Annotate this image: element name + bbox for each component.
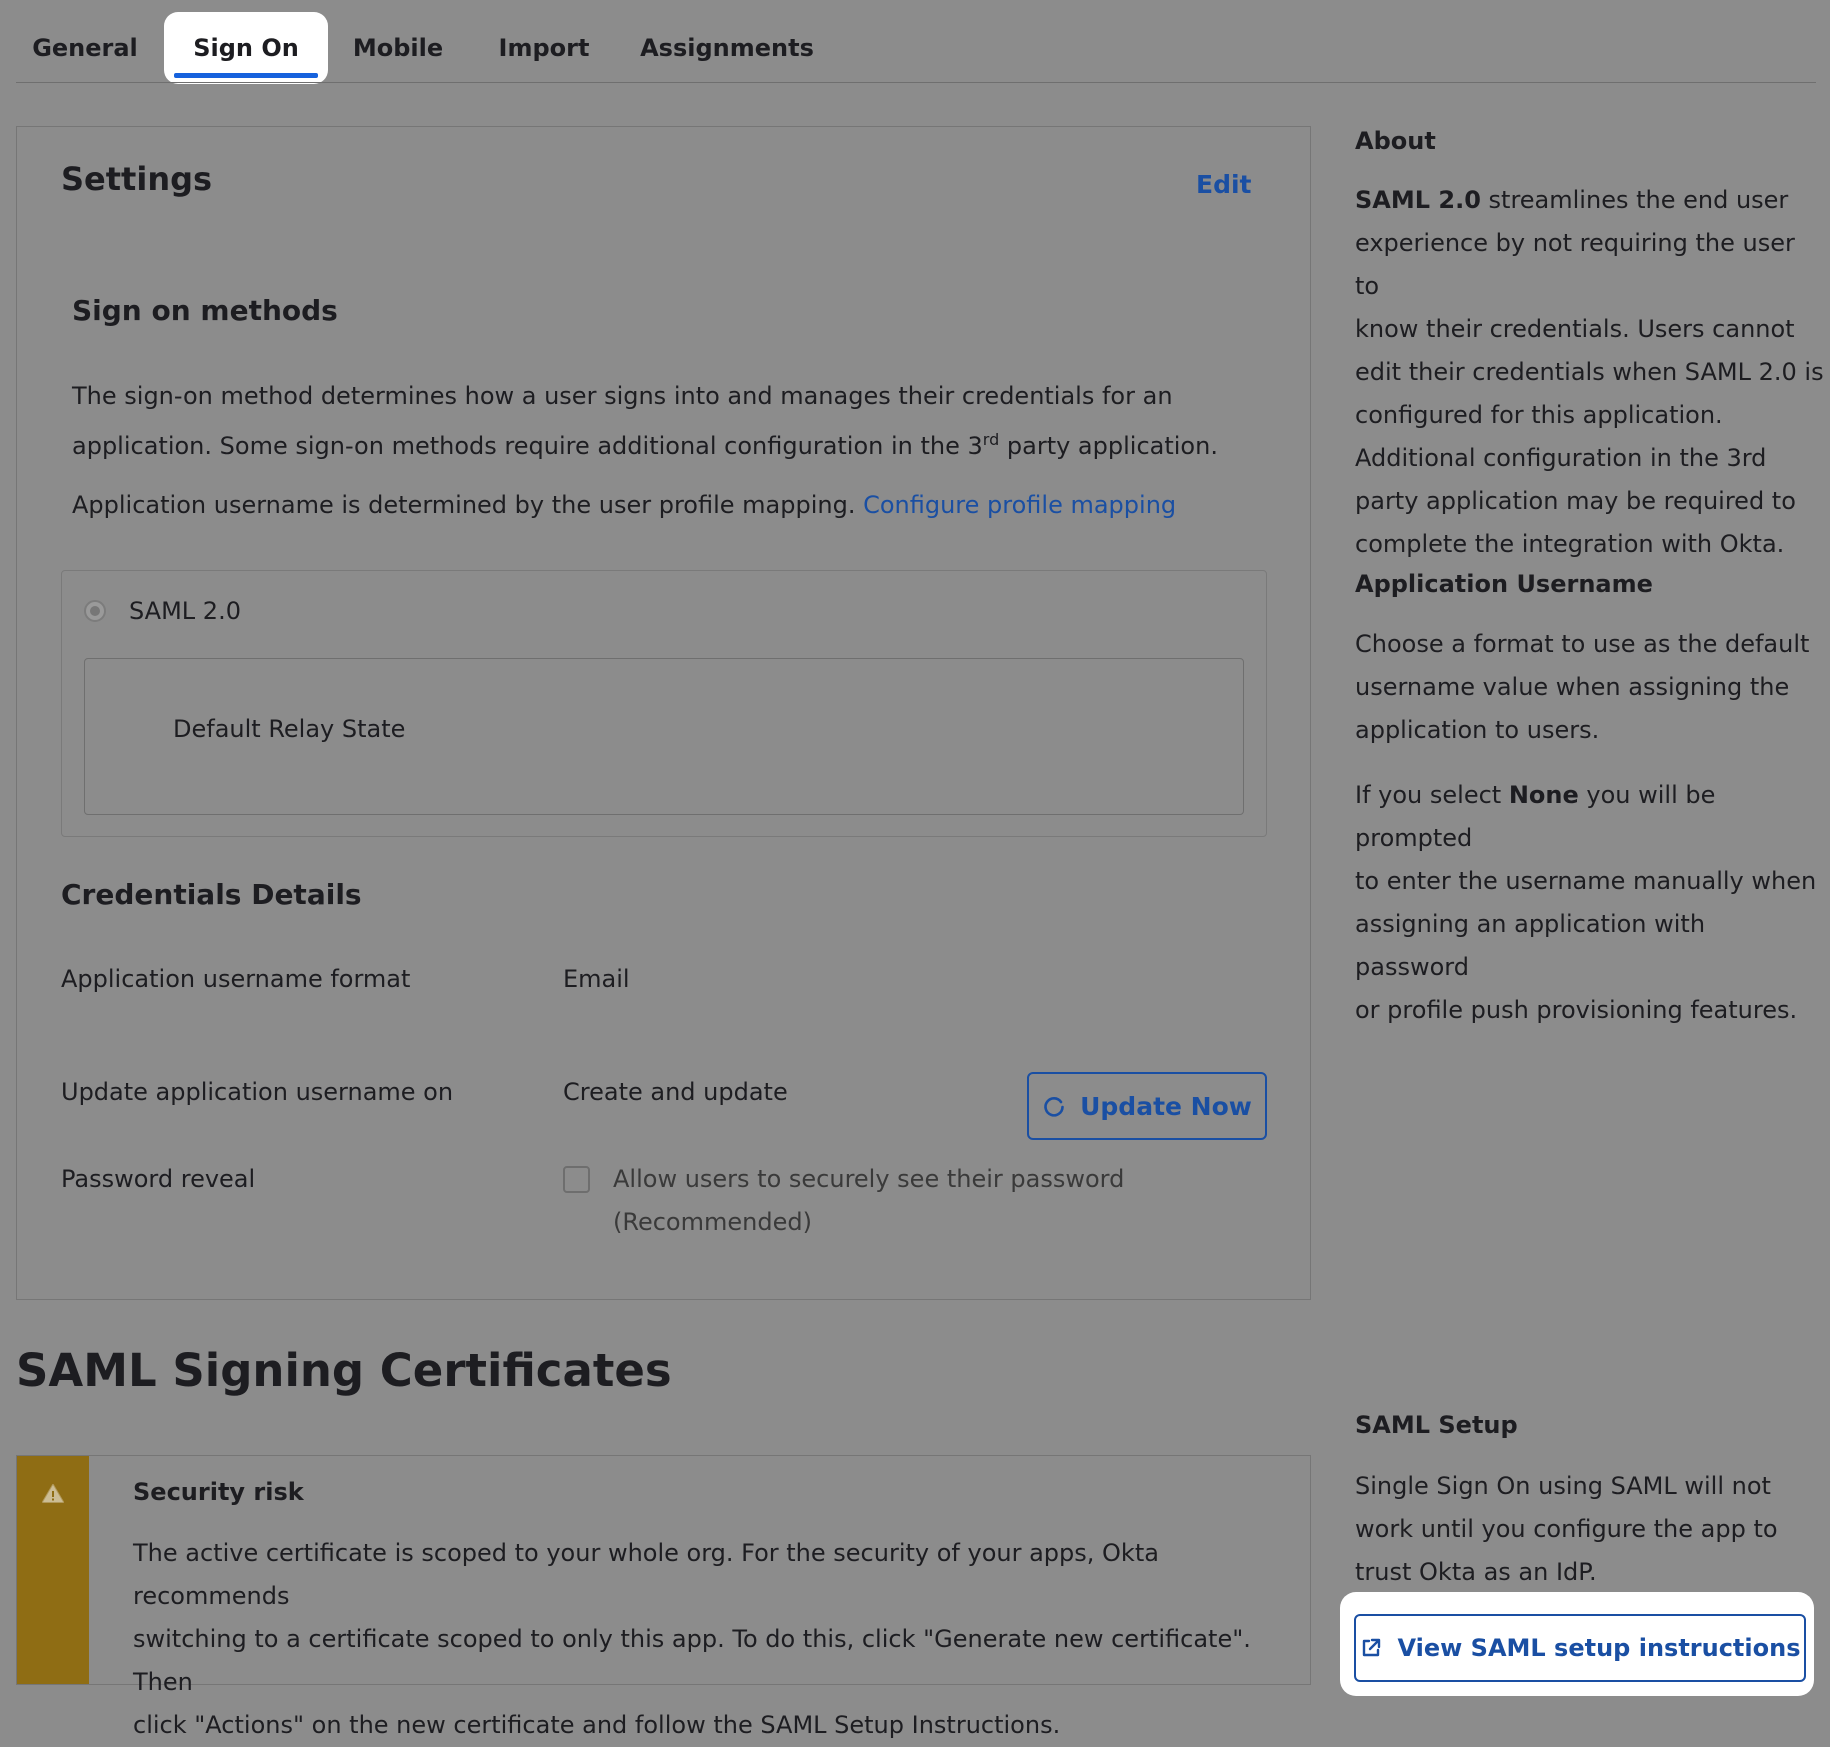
tab-label: Mobile <box>352 34 444 62</box>
saml-radio[interactable] <box>84 600 106 622</box>
none-line: assigning an application with password <box>1355 910 1706 981</box>
about-line: experience by not requiring the user to <box>1355 229 1795 300</box>
option-line: Allow users to securely see their passwo… <box>613 1165 1125 1193</box>
username-format-value: Email <box>563 965 630 993</box>
saml-certificates-heading: SAML Signing Certificates <box>16 1344 672 1397</box>
username-line: username value when assigning the <box>1355 673 1790 701</box>
option-line: (Recommended) <box>613 1208 812 1236</box>
settings-title: Settings <box>61 160 213 198</box>
none-bold: None <box>1508 781 1579 809</box>
default-relay-state-label: Default Relay State <box>173 715 406 743</box>
view-saml-setup-instructions-button[interactable]: View SAML setup instructions <box>1354 1614 1806 1682</box>
tab-general[interactable]: General <box>20 12 150 84</box>
about-line: configured for this application. <box>1355 401 1723 429</box>
username-mapping-text: Application username is determined by th… <box>72 484 1176 527</box>
about-text: SAML 2.0 streamlines the end user experi… <box>1355 179 1825 566</box>
none-line: to enter the username manually when <box>1355 867 1817 895</box>
sign-on-methods-heading: Sign on methods <box>72 294 338 327</box>
alert-body: The active certificate is scoped to your… <box>133 1532 1303 1747</box>
saml-instructions-highlight: View SAML setup instructions <box>1340 1592 1814 1696</box>
alert-title: Security risk <box>133 1478 304 1506</box>
saml-setup-text: Single Sign On using SAML will not work … <box>1355 1465 1825 1594</box>
tab-label: Import <box>498 34 590 62</box>
refresh-icon <box>1042 1094 1066 1118</box>
saml-setup-heading: SAML Setup <box>1355 1411 1518 1439</box>
description-text: party application. <box>999 432 1218 460</box>
username-line: application to users. <box>1355 716 1600 744</box>
saml-button-label: View SAML setup instructions <box>1397 1634 1801 1662</box>
password-reveal-checkbox[interactable] <box>563 1166 590 1193</box>
superscript: rd <box>982 430 1000 449</box>
tab-mobile[interactable]: Mobile <box>340 12 456 84</box>
none-text-part: If you select <box>1355 781 1509 809</box>
about-line: Additional configuration in the 3rd <box>1355 444 1767 472</box>
credentials-heading: Credentials Details <box>61 878 362 911</box>
tab-divider <box>16 82 1816 83</box>
description-line: application. Some sign-on methods requir… <box>72 418 1272 468</box>
tab-label: Sign On <box>193 34 299 62</box>
about-heading: About <box>1355 127 1436 155</box>
configure-profile-mapping-link[interactable]: Configure profile mapping <box>863 491 1176 519</box>
none-line: or profile push provisioning features. <box>1355 996 1798 1024</box>
sign-on-description: The sign-on method determines how a user… <box>72 375 1272 468</box>
alert-stripe <box>17 1456 89 1684</box>
warning-icon <box>41 1482 65 1506</box>
update-now-button[interactable]: Update Now <box>1027 1072 1267 1140</box>
about-line: SAML 2.0 streamlines the end user <box>1355 179 1825 222</box>
password-reveal-label: Password reveal <box>61 1165 256 1193</box>
tab-import[interactable]: Import <box>486 12 602 84</box>
application-username-heading: Application Username <box>1355 570 1653 598</box>
alert-line: The active certificate is scoped to your… <box>133 1539 1159 1610</box>
tab-label: Assignments <box>640 34 814 62</box>
setup-line: trust Okta as an IdP. <box>1355 1558 1597 1586</box>
none-line: If you select None you will be prompted <box>1355 774 1825 860</box>
mapping-text: Application username is determined by th… <box>72 491 864 519</box>
tab-assignments[interactable]: Assignments <box>632 12 822 84</box>
about-line: complete the integration with Okta. <box>1355 530 1785 558</box>
saml-method-label: SAML 2.0 <box>129 597 241 625</box>
update-username-label: Update application username on <box>61 1078 454 1106</box>
tab-sign-on[interactable]: Sign On <box>164 12 328 84</box>
external-link-icon <box>1359 1636 1383 1660</box>
setup-line: Single Sign On using SAML will not <box>1355 1472 1771 1500</box>
active-tab-indicator <box>174 73 318 78</box>
username-format-label: Application username format <box>61 965 411 993</box>
alert-line: switching to a certificate scoped to onl… <box>133 1625 1251 1696</box>
edit-button[interactable]: Edit <box>1196 170 1252 199</box>
application-username-text: Choose a format to use as the default us… <box>1355 623 1825 752</box>
password-reveal-option: Allow users to securely see their passwo… <box>613 1158 1124 1244</box>
about-bold: SAML 2.0 <box>1355 186 1481 214</box>
setup-line: work until you configure the app to <box>1355 1515 1778 1543</box>
none-option-text: If you select None you will be prompted … <box>1355 774 1825 1032</box>
about-line: know their credentials. Users cannot <box>1355 315 1795 343</box>
description-text: application. Some sign-on methods requir… <box>72 432 983 460</box>
update-now-label: Update Now <box>1080 1091 1252 1121</box>
alert-line: click "Actions" on the new certificate a… <box>133 1711 1061 1739</box>
about-line: party application may be required to <box>1355 487 1796 515</box>
description-line: The sign-on method determines how a user… <box>72 382 1173 410</box>
username-line: Choose a format to use as the default <box>1355 630 1810 658</box>
about-line: edit their credentials when SAML 2.0 is <box>1355 358 1824 386</box>
tab-label: General <box>32 34 138 62</box>
about-text-part: streamlines the end user <box>1480 186 1789 214</box>
update-username-value: Create and update <box>563 1078 788 1106</box>
